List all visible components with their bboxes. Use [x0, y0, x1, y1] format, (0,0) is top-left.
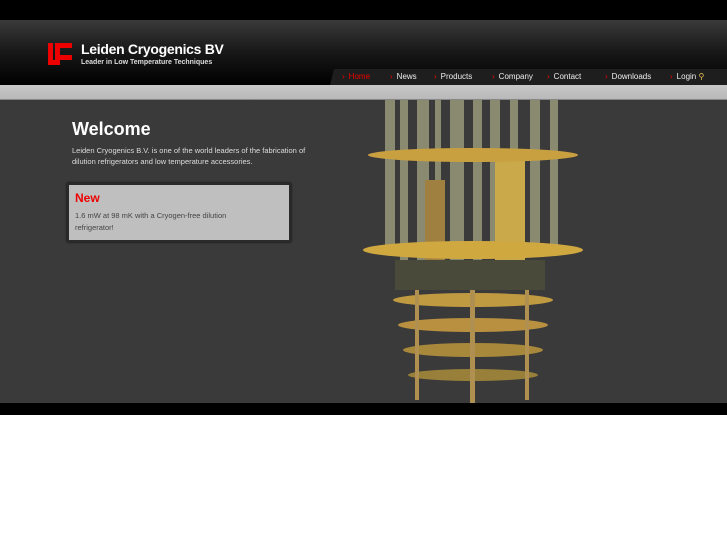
cryostat-photo	[355, 100, 590, 403]
news-title: New	[75, 191, 100, 205]
nav-contact[interactable]: › Contact	[547, 72, 581, 81]
tagline: Leader in Low Temperature Techniques	[81, 59, 213, 66]
bottom-bar	[0, 403, 727, 415]
news-text: 1.6 mW at 98 mK with a Cryogen-free dilu…	[75, 211, 227, 232]
top-bar	[0, 0, 727, 20]
nav-downloads[interactable]: › Downloads	[605, 72, 651, 81]
nav-login[interactable]: › Login ⚲	[670, 72, 704, 81]
logo-icon[interactable]	[48, 43, 72, 65]
page-title: Welcome	[72, 119, 151, 139]
gray-bar	[0, 85, 727, 100]
nav-company[interactable]: › Company	[492, 72, 533, 81]
key-icon: ⚲	[698, 72, 705, 81]
nav-home[interactable]: › Home	[342, 72, 370, 81]
intro-text: Leiden Cryogenics B.V. is one of the wor…	[72, 146, 306, 166]
main-nav: › Home › News › Products › Company › Contact …	[330, 69, 727, 85]
news-box[interactable]: New 1.6 mW at 98 mK with a Cryogen-free …	[67, 183, 291, 242]
nav-products[interactable]: › Products	[434, 72, 472, 81]
nav-news[interactable]: › News	[390, 72, 417, 81]
brand-name[interactable]: Leiden Cryogenics BV	[81, 41, 224, 57]
